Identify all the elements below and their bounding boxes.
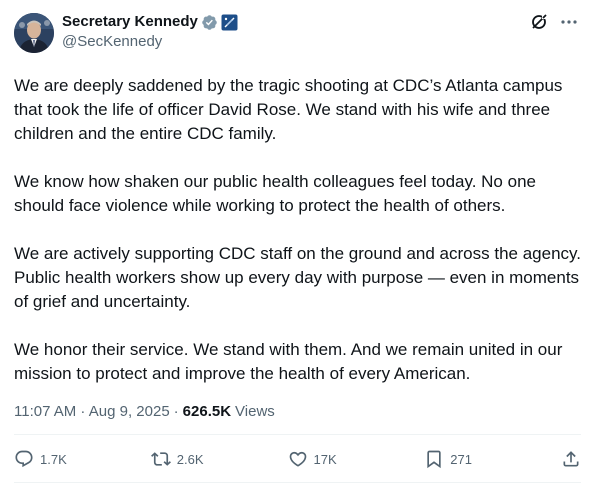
- name-row: Secretary Kennedy: [62, 12, 238, 32]
- tweet-paragraph: We honor their service. We stand with th…: [14, 340, 563, 383]
- verified-badge-icon[interactable]: [201, 14, 218, 31]
- handle[interactable]: @SecKennedy: [62, 32, 238, 52]
- heart-icon: [289, 451, 306, 467]
- views-count[interactable]: 626.5K: [183, 402, 231, 422]
- views-label: Views: [235, 403, 275, 420]
- grok-icon[interactable]: [529, 12, 549, 32]
- like-button[interactable]: 17K: [288, 449, 348, 469]
- avatar[interactable]: [14, 13, 54, 53]
- government-affiliation-icon[interactable]: [221, 14, 238, 31]
- repost-icon: [150, 452, 171, 466]
- tweet-paragraph: We are actively supporting CDC staff on …: [14, 244, 581, 311]
- meta-separator: ·: [173, 403, 179, 420]
- reply-icon: [15, 450, 33, 468]
- bookmark-icon: [427, 450, 441, 469]
- share-button[interactable]: [561, 449, 581, 469]
- bookmark-button[interactable]: 271: [424, 449, 484, 469]
- action-bar: 1.7K 2.6K 17K 271: [14, 446, 581, 472]
- author-block: Secretary Kennedy @SecKennedy: [62, 12, 238, 52]
- divider: [14, 482, 581, 483]
- tweet: Secretary Kennedy @SecKennedy We are dee…: [0, 0, 595, 490]
- repost-button[interactable]: 2.6K: [150, 449, 211, 469]
- avatar-image: [14, 13, 54, 53]
- header-actions: [529, 12, 579, 32]
- reply-count: 1.7K: [40, 451, 67, 467]
- divider: [14, 434, 581, 435]
- timestamp[interactable]: 11:07 AM · Aug 9, 2025: [14, 402, 170, 422]
- share-icon: [563, 451, 579, 467]
- tweet-text: We are deeply saddened by the tragic sho…: [14, 74, 581, 386]
- like-count: 17K: [313, 451, 337, 467]
- tweet-paragraph: We know how shaken our public health col…: [14, 172, 536, 215]
- bookmark-count: 271: [450, 451, 472, 467]
- tweet-paragraph: We are deeply saddened by the tragic sho…: [14, 76, 563, 143]
- repost-count: 2.6K: [176, 451, 204, 467]
- more-icon[interactable]: [559, 12, 579, 32]
- reply-button[interactable]: 1.7K: [14, 449, 74, 469]
- tweet-header: Secretary Kennedy @SecKennedy: [14, 10, 581, 58]
- tweet-meta: 11:07 AM · Aug 9, 2025 · 626.5K Views: [14, 402, 581, 422]
- display-name[interactable]: Secretary Kennedy: [62, 12, 198, 32]
